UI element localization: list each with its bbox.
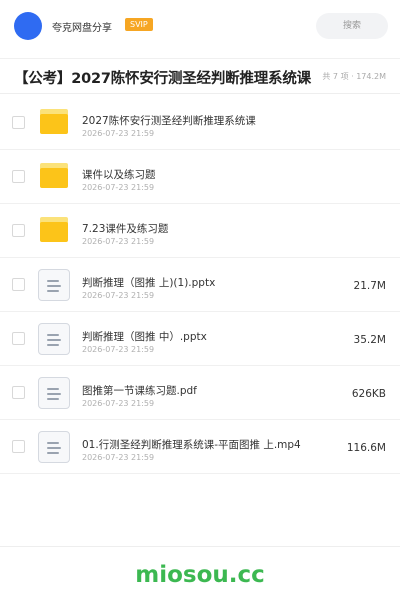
list-item[interactable]: 图推第一节课练习题.pdf 2026-07-23 21:59 626KB: [0, 366, 400, 420]
file-date: 2026-07-23 21:59: [82, 129, 155, 138]
folder-title-bar: 【公考】2027陈怀安行测圣经判断推理系统课 共 7 项 · 174.2M: [0, 58, 400, 94]
row-checkbox[interactable]: [12, 278, 25, 291]
row-checkbox[interactable]: [12, 332, 25, 345]
row-checkbox[interactable]: [12, 116, 25, 129]
file-name: 7.23课件及练习题: [82, 223, 169, 235]
file-size: 116.6M: [346, 442, 386, 454]
user-name: 夸克网盘分享: [52, 23, 112, 34]
file-date: 2026-07-23 21:59: [82, 345, 155, 354]
file-date: 2026-07-23 21:59: [82, 237, 155, 246]
file-name: 图推第一节课练习题.pdf: [82, 385, 197, 397]
folder-meta: 共 7 项 · 174.2M: [322, 72, 386, 81]
row-checkbox[interactable]: [12, 386, 25, 399]
page-title: 【公考】2027陈怀安行测圣经判断推理系统课: [14, 71, 311, 87]
list-item[interactable]: 2027陈怀安行测圣经判断推理系统课 2026-07-23 21:59: [0, 96, 400, 150]
search-button[interactable]: 搜索: [316, 13, 388, 39]
file-name: 2027陈怀安行测圣经判断推理系统课: [82, 115, 256, 127]
file-list: 2027陈怀安行测圣经判断推理系统课 2026-07-23 21:59 课件以及…: [0, 96, 400, 474]
document-icon: [38, 269, 70, 301]
file-date: 2026-07-23 21:59: [82, 453, 155, 462]
document-icon: [38, 431, 70, 463]
file-date: 2026-07-23 21:59: [82, 183, 155, 192]
row-checkbox[interactable]: [12, 224, 25, 237]
document-icon: [38, 323, 70, 355]
list-item[interactable]: 7.23课件及练习题 2026-07-23 21:59: [0, 204, 400, 258]
row-checkbox[interactable]: [12, 440, 25, 453]
document-icon: [38, 377, 70, 409]
file-date: 2026-07-23 21:59: [82, 291, 155, 300]
divider: [0, 546, 400, 547]
file-name: 01.行测圣经判断推理系统课-平面图推 上.mp4: [82, 439, 301, 451]
list-item[interactable]: 01.行测圣经判断推理系统课-平面图推 上.mp4 2026-07-23 21:…: [0, 420, 400, 474]
list-item[interactable]: 课件以及练习题 2026-07-23 21:59: [0, 150, 400, 204]
watermark: miosou.cc: [135, 562, 265, 588]
file-date: 2026-07-23 21:59: [82, 399, 155, 408]
header: 夸克网盘分享 SVIP 搜索: [0, 0, 400, 52]
file-name: 判断推理（图推 上)(1).pptx: [82, 277, 216, 289]
file-size: 35.2M: [353, 334, 386, 346]
folder-icon: [38, 107, 70, 139]
folder-icon: [38, 161, 70, 193]
file-name: 判断推理（图推 中）.pptx: [82, 331, 207, 343]
file-name: 课件以及练习题: [82, 169, 156, 181]
folder-icon: [38, 215, 70, 247]
avatar[interactable]: [14, 12, 42, 40]
file-size: 626KB: [351, 388, 386, 400]
list-item[interactable]: 判断推理（图推 中）.pptx 2026-07-23 21:59 35.2M: [0, 312, 400, 366]
file-size: 21.7M: [353, 280, 386, 292]
row-checkbox[interactable]: [12, 170, 25, 183]
list-item[interactable]: 判断推理（图推 上)(1).pptx 2026-07-23 21:59 21.7…: [0, 258, 400, 312]
svip-badge: SVIP: [125, 18, 153, 31]
